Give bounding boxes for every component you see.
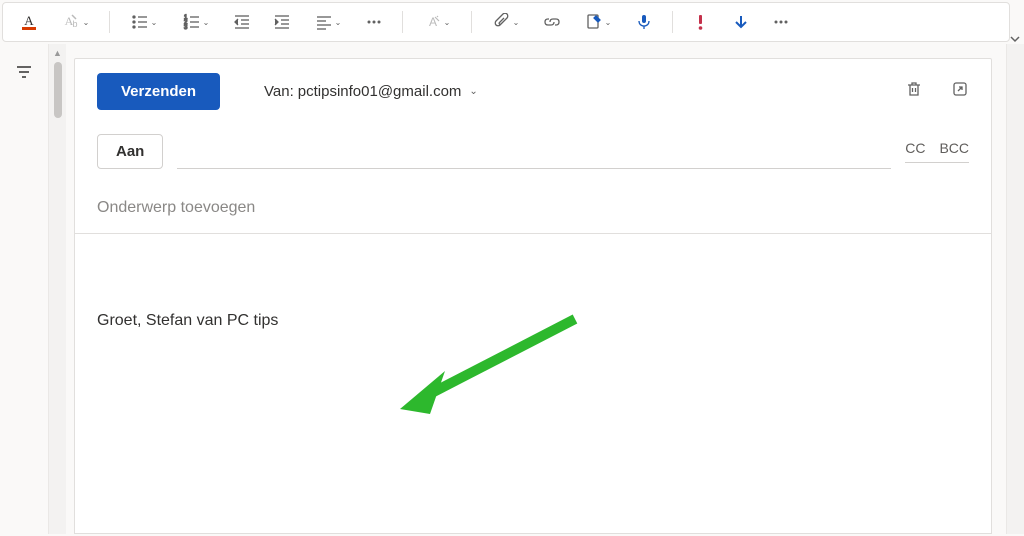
importance-low-button[interactable]: [723, 6, 759, 38]
link-button[interactable]: [534, 6, 570, 38]
chevron-down-icon[interactable]: ⌄: [469, 86, 477, 97]
compose-header-actions: [905, 80, 969, 103]
compose-header: Verzenden Van: pctipsinfo01@gmail.com ⌄: [75, 59, 991, 128]
attach-button[interactable]: ⌄: [482, 6, 530, 38]
subject-row: [75, 183, 991, 234]
chevron-down-icon: ⌄: [605, 18, 612, 27]
filter-button[interactable]: [10, 58, 38, 86]
increase-indent-button[interactable]: [264, 6, 300, 38]
chevron-down-icon: ⌄: [335, 18, 342, 27]
svg-text:A: A: [24, 13, 34, 28]
divider: [471, 11, 472, 33]
chevron-down-icon: ⌄: [513, 18, 520, 27]
alignment-button[interactable]: ⌄: [304, 6, 352, 38]
numbered-list-button[interactable]: 1 2 3 ⌄: [172, 6, 220, 38]
main-area: ▲ Verzenden Van: pctipsinfo01@gmail.com …: [0, 44, 1024, 534]
discard-button[interactable]: [905, 80, 923, 103]
to-input[interactable]: [177, 135, 891, 169]
divider: [672, 11, 673, 33]
more-options-button[interactable]: [763, 6, 799, 38]
importance-high-button[interactable]: [683, 6, 719, 38]
sidebar-scrollbar[interactable]: ▲: [48, 44, 66, 534]
send-button[interactable]: Verzenden: [97, 73, 220, 110]
dictate-button[interactable]: [626, 6, 662, 38]
chevron-down-icon: ⌄: [83, 18, 90, 27]
svg-text:3: 3: [184, 25, 188, 31]
subject-input[interactable]: [97, 199, 969, 217]
to-button[interactable]: Aan: [97, 134, 163, 169]
more-formatting-button[interactable]: [356, 6, 392, 38]
cc-bcc-toggles: CC BCC: [905, 140, 969, 163]
chevron-down-icon: ⌄: [151, 18, 158, 27]
compose-pane: Verzenden Van: pctipsinfo01@gmail.com ⌄: [74, 58, 992, 534]
chevron-down-icon: ⌄: [444, 18, 451, 27]
signature-button[interactable]: ⌄: [574, 6, 622, 38]
scroll-up-arrow[interactable]: ▲: [49, 46, 66, 60]
decrease-indent-button[interactable]: [224, 6, 260, 38]
right-scrollbar[interactable]: [1006, 44, 1024, 534]
divider: [109, 11, 110, 33]
styles-button[interactable]: A ⌄: [413, 6, 461, 38]
scroll-thumb[interactable]: [54, 62, 62, 118]
cc-toggle[interactable]: CC: [905, 140, 925, 156]
clear-formatting-button[interactable]: A b ⌄: [51, 6, 99, 38]
expand-ribbon-button[interactable]: [1008, 32, 1022, 46]
from-prefix: Van:: [264, 83, 294, 100]
from-email: pctipsinfo01@gmail.com: [298, 83, 462, 100]
popout-button[interactable]: [951, 80, 969, 103]
font-color-button[interactable]: A: [11, 6, 47, 38]
divider: [402, 11, 403, 33]
bcc-toggle[interactable]: BCC: [939, 140, 969, 156]
to-row: Aan CC BCC: [75, 128, 991, 183]
formatting-toolbar: A A b ⌄ ⌄ 1 2 3 ⌄: [2, 2, 1010, 42]
bullet-list-button[interactable]: ⌄: [120, 6, 168, 38]
chevron-down-icon: ⌄: [203, 18, 210, 27]
email-signature: Groet, Stefan van PC tips: [97, 312, 969, 330]
left-sidebar: [0, 44, 48, 534]
svg-text:b: b: [72, 19, 77, 29]
from-field[interactable]: Van: pctipsinfo01@gmail.com ⌄: [264, 83, 478, 100]
message-body[interactable]: Groet, Stefan van PC tips: [75, 234, 991, 434]
